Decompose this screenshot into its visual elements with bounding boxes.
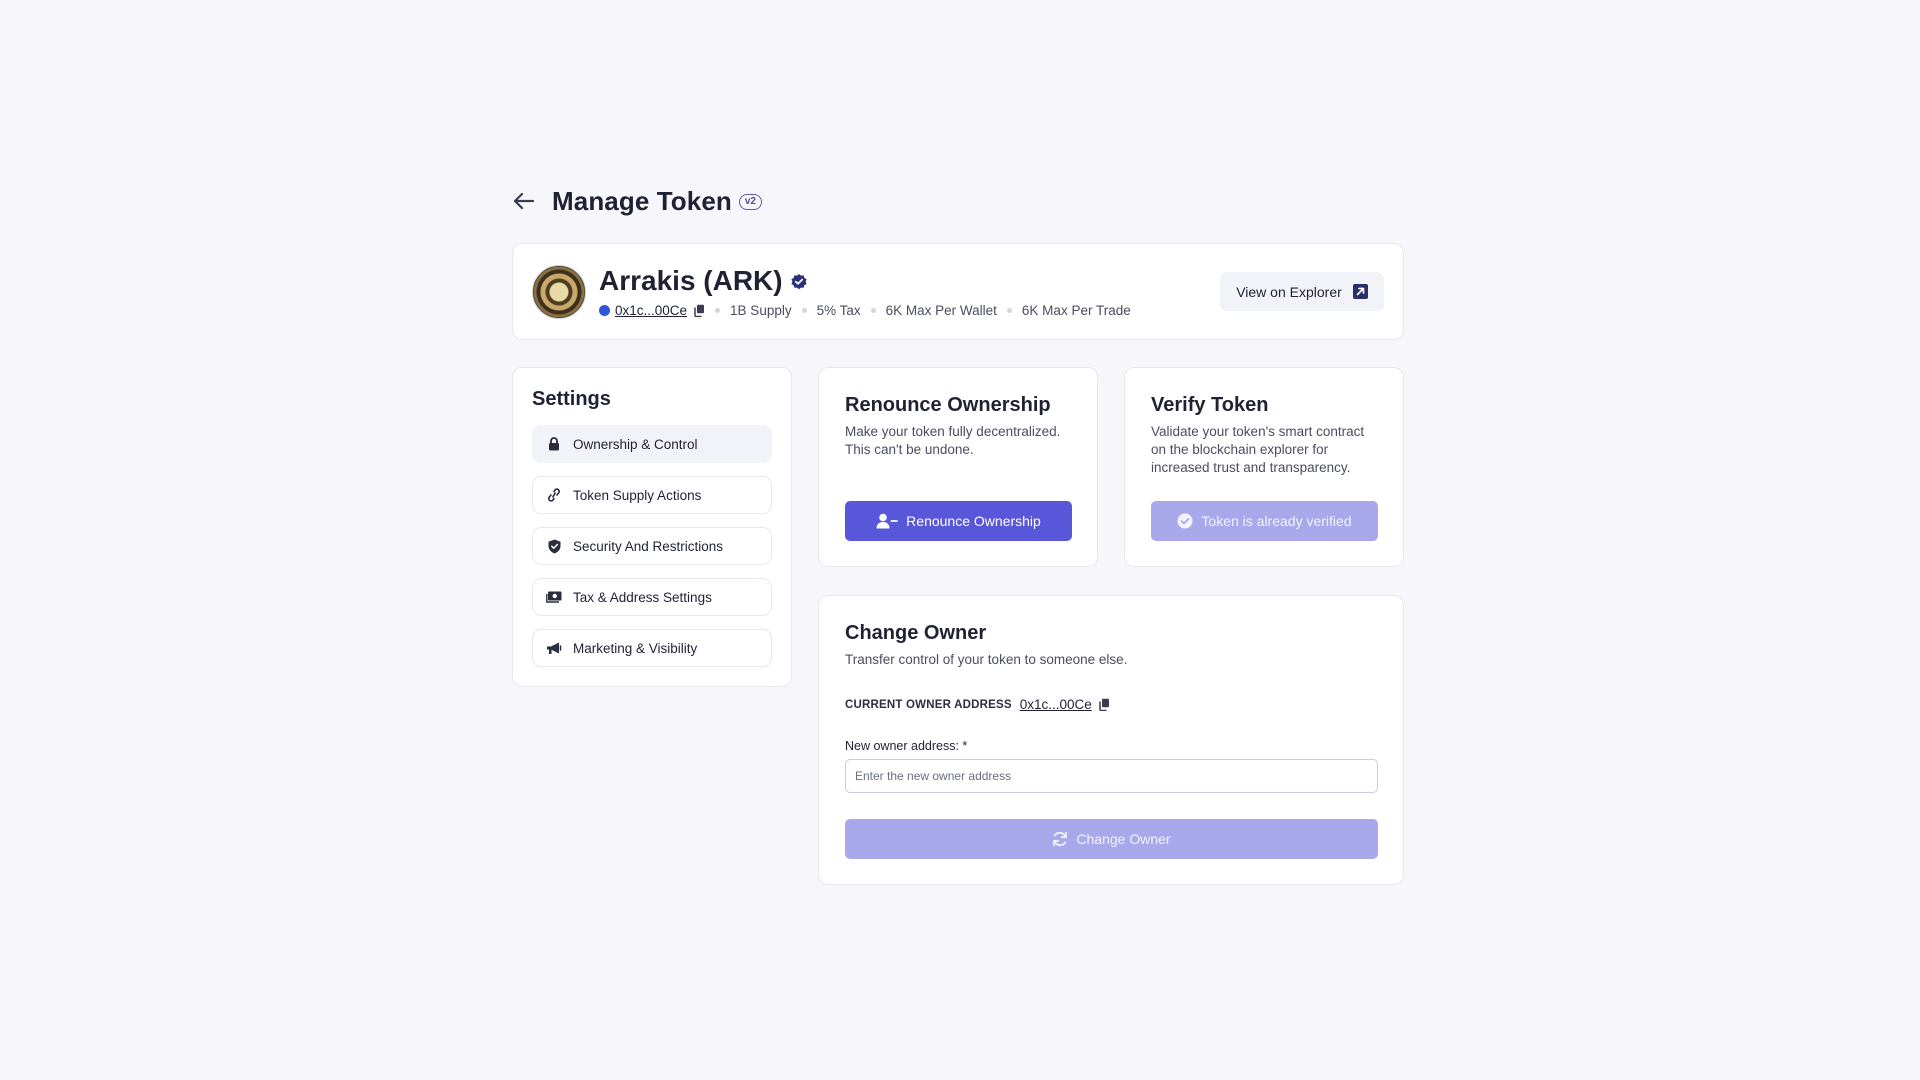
token-avatar	[532, 264, 586, 319]
token-meta-row: 0x1c...00Ce 1B Supply 5% Tax 6K Max Per …	[599, 303, 1131, 318]
settings-panel: Settings Ownership & Control Token Suppl…	[512, 367, 792, 687]
copy-icon[interactable]	[694, 304, 705, 317]
copy-icon[interactable]	[1099, 698, 1110, 711]
chain-icon	[599, 305, 610, 316]
verify-token-card: Verify Token Validate your token's smart…	[1124, 367, 1404, 567]
separator-dot	[801, 308, 807, 313]
settings-item-label: Marketing & Visibility	[573, 640, 698, 656]
renounce-ownership-card: Renounce Ownership Make your token fully…	[818, 367, 1098, 567]
renounce-description: Make your token fully decentralized. Thi…	[845, 424, 1061, 457]
renounce-button-label: Renounce Ownership	[906, 513, 1041, 529]
page-header: Manage Token v2	[512, 180, 1404, 222]
settings-item-label: Ownership & Control	[573, 436, 698, 452]
token-name: Arrakis (ARK)	[599, 265, 783, 296]
separator-dot	[1006, 308, 1012, 313]
token-info: Arrakis (ARK) 0x1c...00Ce 1B Supply 5% T…	[599, 265, 1131, 318]
shield-icon	[545, 539, 563, 554]
settings-item-security[interactable]: Security And Restrictions	[532, 527, 772, 565]
view-on-explorer-button[interactable]: View on Explorer	[1220, 272, 1384, 311]
verified-badge-icon	[791, 274, 807, 290]
current-owner-row: CURRENT OWNER ADDRESS 0x1c...00Ce	[845, 697, 1377, 712]
settings-item-tax-address[interactable]: Tax & Address Settings	[532, 578, 772, 616]
content-grid: Settings Ownership & Control Token Suppl…	[512, 367, 1404, 887]
change-owner-description: Transfer control of your token to someon…	[845, 652, 1128, 667]
verify-description: Validate your token's smart contract on …	[1151, 424, 1365, 475]
lock-icon	[545, 437, 563, 451]
change-owner-title: Change Owner	[845, 622, 987, 644]
page-title: Manage Token	[552, 185, 732, 216]
change-owner-card: Change Owner Transfer control of your to…	[818, 595, 1404, 885]
separator-dot	[870, 308, 876, 313]
check-circle-icon	[1177, 513, 1193, 529]
user-minus-icon	[876, 513, 899, 529]
new-owner-label: New owner address: *	[845, 739, 968, 753]
settings-list: Ownership & Control Token Supply Actions	[532, 425, 772, 667]
change-owner-button-label: Change Owner	[1076, 831, 1171, 847]
token-supply: 1B Supply	[730, 303, 792, 318]
token-max-trade: 6K Max Per Trade	[1021, 303, 1131, 318]
refresh-icon	[1052, 831, 1068, 847]
version-badge: v2	[738, 194, 762, 210]
renounce-title: Renounce Ownership	[845, 394, 1051, 416]
token-verified-button[interactable]: Token is already verified	[1151, 501, 1378, 541]
change-owner-button[interactable]: Change Owner	[845, 819, 1378, 859]
explorer-button-label: View on Explorer	[1236, 283, 1342, 300]
token-max-wallet: 6K Max Per Wallet	[885, 303, 997, 318]
settings-item-token-supply[interactable]: Token Supply Actions	[532, 476, 772, 514]
settings-item-label: Security And Restrictions	[573, 538, 724, 554]
settings-item-label: Tax & Address Settings	[573, 589, 712, 605]
separator-dot	[715, 308, 721, 313]
manage-token-page: Manage Token v2 Arrakis (ARK) 0x1c...00C…	[512, 180, 1404, 887]
arrow-left-icon	[514, 193, 534, 209]
renounce-ownership-button[interactable]: Renounce Ownership	[845, 501, 1072, 541]
current-owner-label: CURRENT OWNER ADDRESS	[845, 698, 1012, 711]
token-address-link[interactable]: 0x1c...00Ce	[615, 303, 687, 318]
settings-item-label: Token Supply Actions	[573, 487, 702, 503]
back-button[interactable]	[512, 189, 536, 213]
link-icon	[545, 488, 563, 502]
money-icon	[545, 591, 563, 603]
megaphone-icon	[545, 642, 563, 655]
settings-title: Settings	[532, 388, 611, 410]
external-link-icon	[1352, 284, 1368, 299]
token-tax: 5% Tax	[816, 303, 861, 318]
settings-item-marketing[interactable]: Marketing & Visibility	[532, 629, 772, 667]
verify-title: Verify Token	[1151, 394, 1269, 416]
token-summary-card: Arrakis (ARK) 0x1c...00Ce 1B Supply 5% T…	[512, 243, 1404, 340]
verified-button-label: Token is already verified	[1201, 513, 1352, 529]
current-owner-address[interactable]: 0x1c...00Ce	[1020, 697, 1092, 712]
settings-item-ownership[interactable]: Ownership & Control	[532, 425, 772, 463]
new-owner-address-input[interactable]	[845, 759, 1378, 793]
